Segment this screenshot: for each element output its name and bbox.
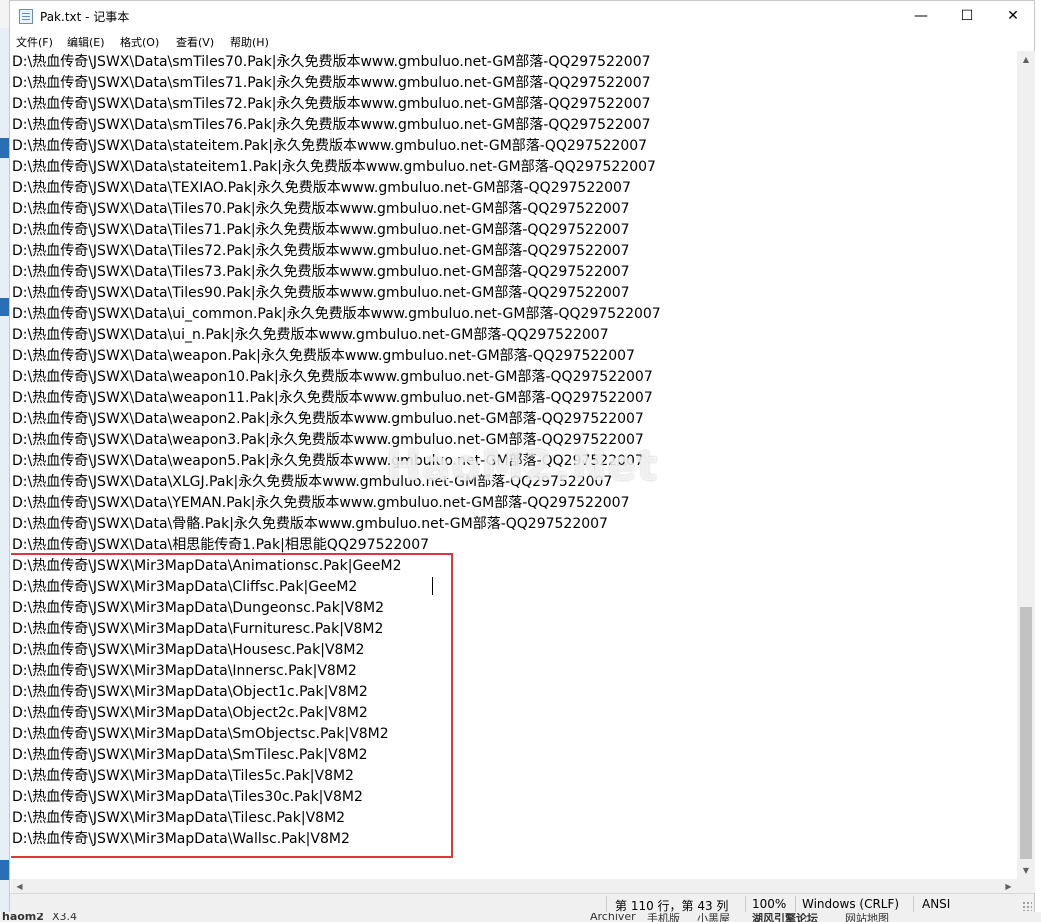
text-line: D:\热血传奇\JSWX\Mir3MapData\Tiles5c.Pak|V8M… bbox=[12, 768, 354, 784]
text-line: D:\热血传奇\JSWX\Mir3MapData\Object2c.Pak|V8… bbox=[12, 705, 368, 721]
text-line: D:\热血传奇\JSWX\Data\stateitem.Pak|永久免费版本ww… bbox=[12, 138, 648, 154]
text-line: D:\热血传奇\JSWX\Data\YEMAN.Pak|永久免费版本www.gm… bbox=[12, 495, 630, 511]
text-line: D:\热血传奇\JSWX\Data\相思能传奇1.Pak|相思能QQ297522… bbox=[12, 537, 430, 553]
watermark: HaoM2.Net bbox=[386, 441, 659, 490]
scroll-up-icon[interactable]: ▲ bbox=[1017, 51, 1035, 68]
text-line: D:\热血传奇\JSWX\Data\weapon2.Pak|永久免费版本www.… bbox=[12, 411, 644, 427]
text-line: D:\热血传奇\JSWX\Mir3MapData\SmTilesc.Pak|V8… bbox=[12, 747, 368, 763]
text-line: D:\热血传奇\JSWX\Data\smTiles72.Pak|永久免费版本ww… bbox=[12, 96, 651, 112]
text-line: D:\热血传奇\JSWX\Data\骨骼.Pak|永久免费版本www.gmbul… bbox=[12, 516, 608, 532]
bg-text: X3.4 bbox=[52, 912, 78, 922]
vertical-scrollbar[interactable]: ▲ ▼ bbox=[1017, 51, 1035, 879]
scroll-down-icon[interactable]: ▼ bbox=[1017, 862, 1035, 879]
text-line: D:\热血传奇\JSWX\Mir3MapData\Tilesc.Pak|V8M2 bbox=[12, 810, 346, 826]
title-bar[interactable]: Pak.txt - 记事本 — ☐ ✕ bbox=[10, 1, 1034, 31]
text-line: D:\热血传奇\JSWX\Data\stateitem1.Pak|永久免费版本w… bbox=[12, 159, 656, 175]
scroll-right-icon[interactable]: ▶ bbox=[1000, 879, 1017, 893]
text-line: D:\热血传奇\JSWX\Mir3MapData\Object1c.Pak|V8… bbox=[12, 684, 368, 700]
text-line: D:\热血传奇\JSWX\Mir3MapData\Innersc.Pak|V8M… bbox=[12, 663, 357, 679]
menu-edit[interactable]: 编辑(E) bbox=[67, 34, 105, 50]
text-line: D:\热血传奇\JSWX\Data\ui_n.Pak|永久免费版本www.gmb… bbox=[12, 327, 609, 343]
status-separator bbox=[606, 896, 607, 912]
cursor-position: 第 110 行，第 43 列 bbox=[615, 899, 729, 913]
bg-text: haom2 bbox=[2, 912, 44, 922]
text-line: D:\热血传奇\JSWX\Data\Tiles72.Pak|永久免费版本www.… bbox=[12, 243, 630, 259]
text-line: D:\热血传奇\JSWX\Mir3MapData\SmObjectsc.Pak|… bbox=[12, 726, 389, 742]
bg-text: 网站地图 bbox=[845, 912, 889, 922]
text-line: D:\热血传奇\JSWX\Mir3MapData\Furnituresc.Pak… bbox=[12, 621, 384, 637]
background-taskbar: haom2 X3.4 Archiver 手机版 小黑屋 湖风引擎论坛 网站地图 bbox=[0, 912, 1041, 922]
maximize-button[interactable]: ☐ bbox=[944, 1, 990, 31]
text-line: D:\热血传奇\JSWX\Data\smTiles71.Pak|永久免费版本ww… bbox=[12, 75, 651, 91]
text-line: D:\热血传奇\JSWX\Data\weapon11.Pak|永久免费版本www… bbox=[12, 390, 653, 406]
text-line: D:\热血传奇\JSWX\Data\ui_common.Pak|永久免费版本ww… bbox=[12, 306, 661, 322]
text-line: D:\热血传奇\JSWX\Mir3MapData\Animationsc.Pak… bbox=[12, 558, 402, 574]
menu-help[interactable]: 帮助(H) bbox=[230, 34, 269, 50]
text-line: D:\热血传奇\JSWX\Mir3MapData\Cliffsc.Pak|Gee… bbox=[12, 579, 358, 595]
text-line: D:\热血传奇\JSWX\Data\Tiles70.Pak|永久免费版本www.… bbox=[12, 201, 630, 217]
text-line: D:\热血传奇\JSWX\Data\weapon.Pak|永久免费版本www.g… bbox=[12, 348, 635, 364]
text-line: D:\热血传奇\JSWX\Mir3MapData\Housesc.Pak|V8M… bbox=[12, 642, 365, 658]
bg-text: 湖风引擎论坛 bbox=[752, 912, 818, 922]
notepad-icon bbox=[19, 9, 33, 24]
text-line: D:\热血传奇\JSWX\Data\Tiles90.Pak|永久免费版本www.… bbox=[12, 285, 630, 301]
text-line: D:\热血传奇\JSWX\Data\TEXIAO.Pak|永久免费版本www.g… bbox=[12, 180, 631, 196]
window-title: Pak.txt - 记事本 bbox=[40, 10, 130, 24]
zoom-level: 100% bbox=[752, 897, 787, 911]
text-line: D:\热血传奇\JSWX\Data\Tiles73.Pak|永久免费版本www.… bbox=[12, 264, 630, 280]
status-separator bbox=[795, 896, 796, 912]
text-line: D:\热血传奇\JSWX\Data\smTiles70.Pak|永久免费版本ww… bbox=[12, 54, 651, 70]
text-line: D:\热血传奇\JSWX\Mir3MapData\Wallsc.Pak|V8M2 bbox=[12, 831, 350, 847]
menu-format[interactable]: 格式(O) bbox=[120, 34, 159, 50]
text-line: D:\热血传奇\JSWX\Mir3MapData\Tiles30c.Pak|V8… bbox=[12, 789, 363, 805]
vertical-scroll-thumb[interactable] bbox=[1020, 607, 1032, 859]
text-caret bbox=[432, 577, 433, 595]
encoding: ANSI bbox=[922, 897, 951, 911]
resize-grip-icon[interactable] bbox=[1022, 901, 1032, 911]
status-bar: 第 110 行，第 43 列 100% Windows (CRLF) ANSI bbox=[10, 893, 1034, 913]
text-line: D:\热血传奇\JSWX\Data\smTiles76.Pak|永久免费版本ww… bbox=[12, 117, 651, 133]
text-editor[interactable]: D:\热血传奇\JSWX\Data\smTiles70.Pak|永久免费版本ww… bbox=[11, 51, 1017, 879]
line-ending: Windows (CRLF) bbox=[802, 897, 900, 911]
text-line: D:\热血传奇\JSWX\Data\Tiles71.Pak|永久免费版本www.… bbox=[12, 222, 630, 238]
status-separator bbox=[745, 896, 746, 912]
menu-file[interactable]: 文件(F) bbox=[16, 34, 53, 50]
status-separator bbox=[913, 896, 914, 912]
background-window-edge bbox=[0, 0, 9, 922]
minimize-button[interactable]: — bbox=[898, 1, 944, 31]
notepad-window: Pak.txt - 记事本 — ☐ ✕ 文件(F) 编辑(E) 格式(O) 查看… bbox=[9, 0, 1035, 913]
text-line: D:\热血传奇\JSWX\Mir3MapData\Dungeonsc.Pak|V… bbox=[12, 600, 385, 616]
scrollbar-corner bbox=[1017, 879, 1035, 893]
text-line: D:\热血传奇\JSWX\Data\weapon10.Pak|永久免费版本www… bbox=[12, 369, 653, 385]
menu-bar: 文件(F) 编辑(E) 格式(O) 查看(V) 帮助(H) bbox=[10, 31, 1034, 51]
scroll-left-icon[interactable]: ◀ bbox=[11, 879, 28, 893]
close-button[interactable]: ✕ bbox=[990, 1, 1036, 31]
menu-view[interactable]: 查看(V) bbox=[176, 34, 214, 50]
horizontal-scrollbar[interactable]: ◀ ▶ bbox=[11, 879, 1017, 893]
